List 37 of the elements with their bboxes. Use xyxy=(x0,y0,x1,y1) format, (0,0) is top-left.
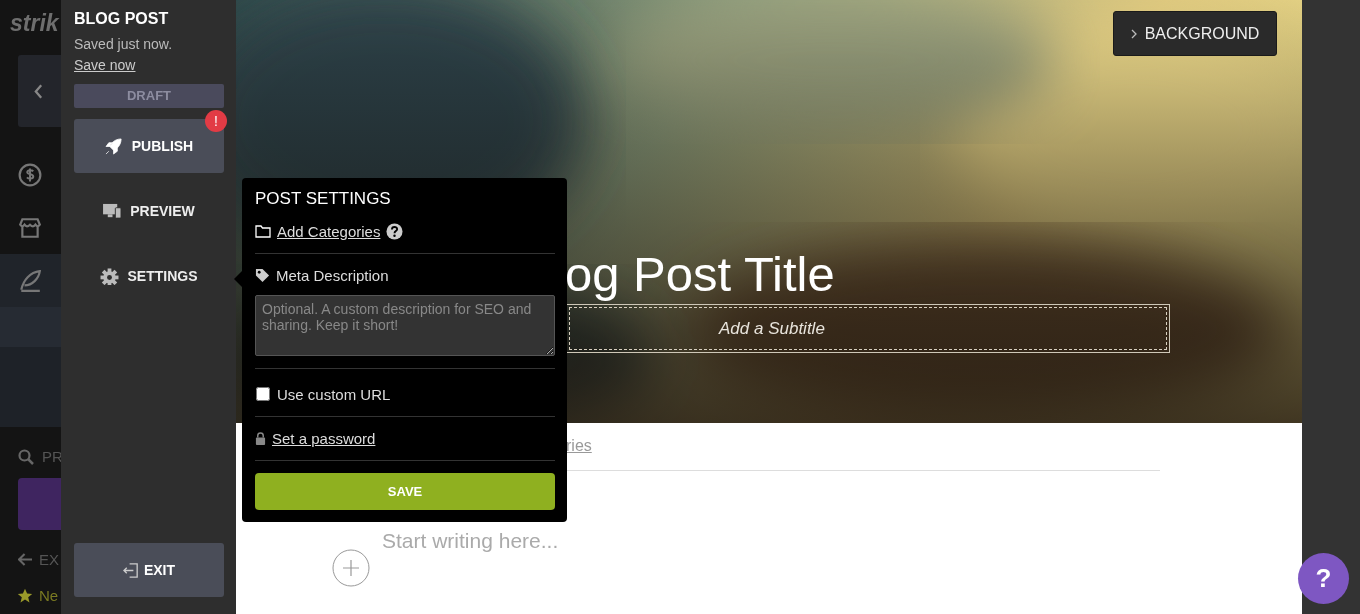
chevron-right-icon xyxy=(1130,28,1137,39)
rocket-icon xyxy=(104,137,124,155)
folder-icon xyxy=(255,225,271,239)
next-link[interactable]: Ne xyxy=(39,587,59,604)
lock-icon xyxy=(255,432,266,446)
save-status: Saved just now. xyxy=(74,35,173,53)
popup-title: POST SETTINGS xyxy=(255,188,392,210)
exit-icon xyxy=(122,561,140,579)
save-now-link[interactable]: Save now xyxy=(74,56,136,74)
panel-action-button[interactable]: PREVIEW xyxy=(74,184,224,238)
gear-icon xyxy=(100,267,120,285)
monitor-icon xyxy=(103,202,123,220)
background-button[interactable]: BACKGROUND xyxy=(1113,11,1277,56)
status-badge: DRAFT xyxy=(74,84,224,108)
add-block-icon xyxy=(332,549,370,587)
tag-icon xyxy=(255,268,270,284)
panel-action-button[interactable]: SETTINGS xyxy=(74,249,224,303)
subtitle-field[interactable]: Add a Subtitle xyxy=(566,304,1170,353)
dollar-icon xyxy=(18,162,42,187)
star-icon xyxy=(17,587,33,604)
alert-badge: ! xyxy=(205,110,227,132)
exit-button[interactable]: EXIT xyxy=(74,543,224,597)
meta-description-label: Meta Description xyxy=(276,267,389,285)
meta-description-field[interactable]: Optional. A custom description for SEO and sharing. Keep it short! xyxy=(255,294,555,356)
chevron-left-icon xyxy=(34,83,43,99)
panel-title: BLOG POST xyxy=(74,9,169,29)
store-icon xyxy=(18,215,42,240)
arrow-left-icon xyxy=(18,553,33,566)
add-categories-link[interactable]: Add Categories xyxy=(277,223,381,241)
app-logo: strik xyxy=(10,9,59,37)
custom-url-checkbox[interactable] xyxy=(256,387,270,402)
set-password-link[interactable]: Set a password xyxy=(272,430,376,448)
post-title[interactable]: og Post Title xyxy=(565,246,835,302)
feather-icon xyxy=(18,268,42,293)
custom-url-label: Use custom URL xyxy=(277,385,391,403)
search-icon xyxy=(18,448,34,465)
help-icon xyxy=(386,223,404,241)
